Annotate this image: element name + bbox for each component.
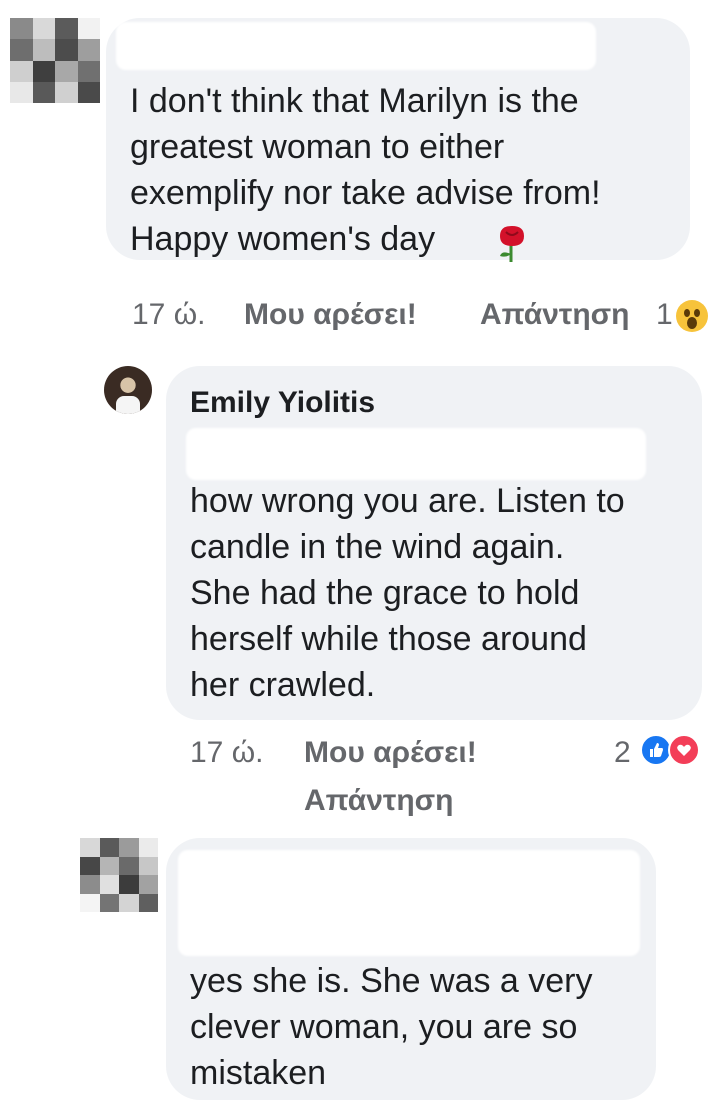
reaction-count[interactable]: 2	[614, 736, 631, 770]
comment-time[interactable]: 17 ώ.	[132, 298, 205, 332]
wow-emoji-icon[interactable]	[676, 300, 708, 332]
avatar-pixelated[interactable]	[10, 18, 100, 103]
redacted-mention	[186, 428, 646, 480]
comment-bubble: I don't think that Marilyn is the greate…	[106, 18, 690, 262]
redacted-author-name	[116, 22, 596, 70]
reply-button[interactable]: Απάντηση	[304, 784, 454, 818]
comment-text: I don't think that Marilyn is the greate…	[130, 82, 601, 258]
comment-bubble: yes she is. She was a very clever woman,…	[166, 838, 656, 1100]
like-button[interactable]: Μου αρέσει!	[244, 298, 417, 332]
comment-bubble: Emily Yiolitis how wrong you are. Listen…	[166, 366, 702, 720]
reaction-count[interactable]: 1	[656, 298, 673, 332]
like-button[interactable]: Μου αρέσει!	[304, 736, 477, 770]
comment-text: how wrong you are. Listen to candle in t…	[190, 482, 625, 704]
avatar-pixelated[interactable]	[80, 838, 158, 912]
redacted-author-name	[178, 850, 640, 956]
love-reaction-icon[interactable]	[668, 734, 700, 766]
comment-text: yes she is. She was a very clever woman,…	[190, 962, 593, 1092]
comment-author[interactable]: Emily Yiolitis	[190, 386, 375, 420]
avatar[interactable]	[104, 366, 152, 414]
rose-emoji-icon	[494, 222, 530, 262]
reply-button[interactable]: Απάντηση	[480, 298, 630, 332]
comment-time[interactable]: 17 ώ.	[190, 736, 263, 770]
